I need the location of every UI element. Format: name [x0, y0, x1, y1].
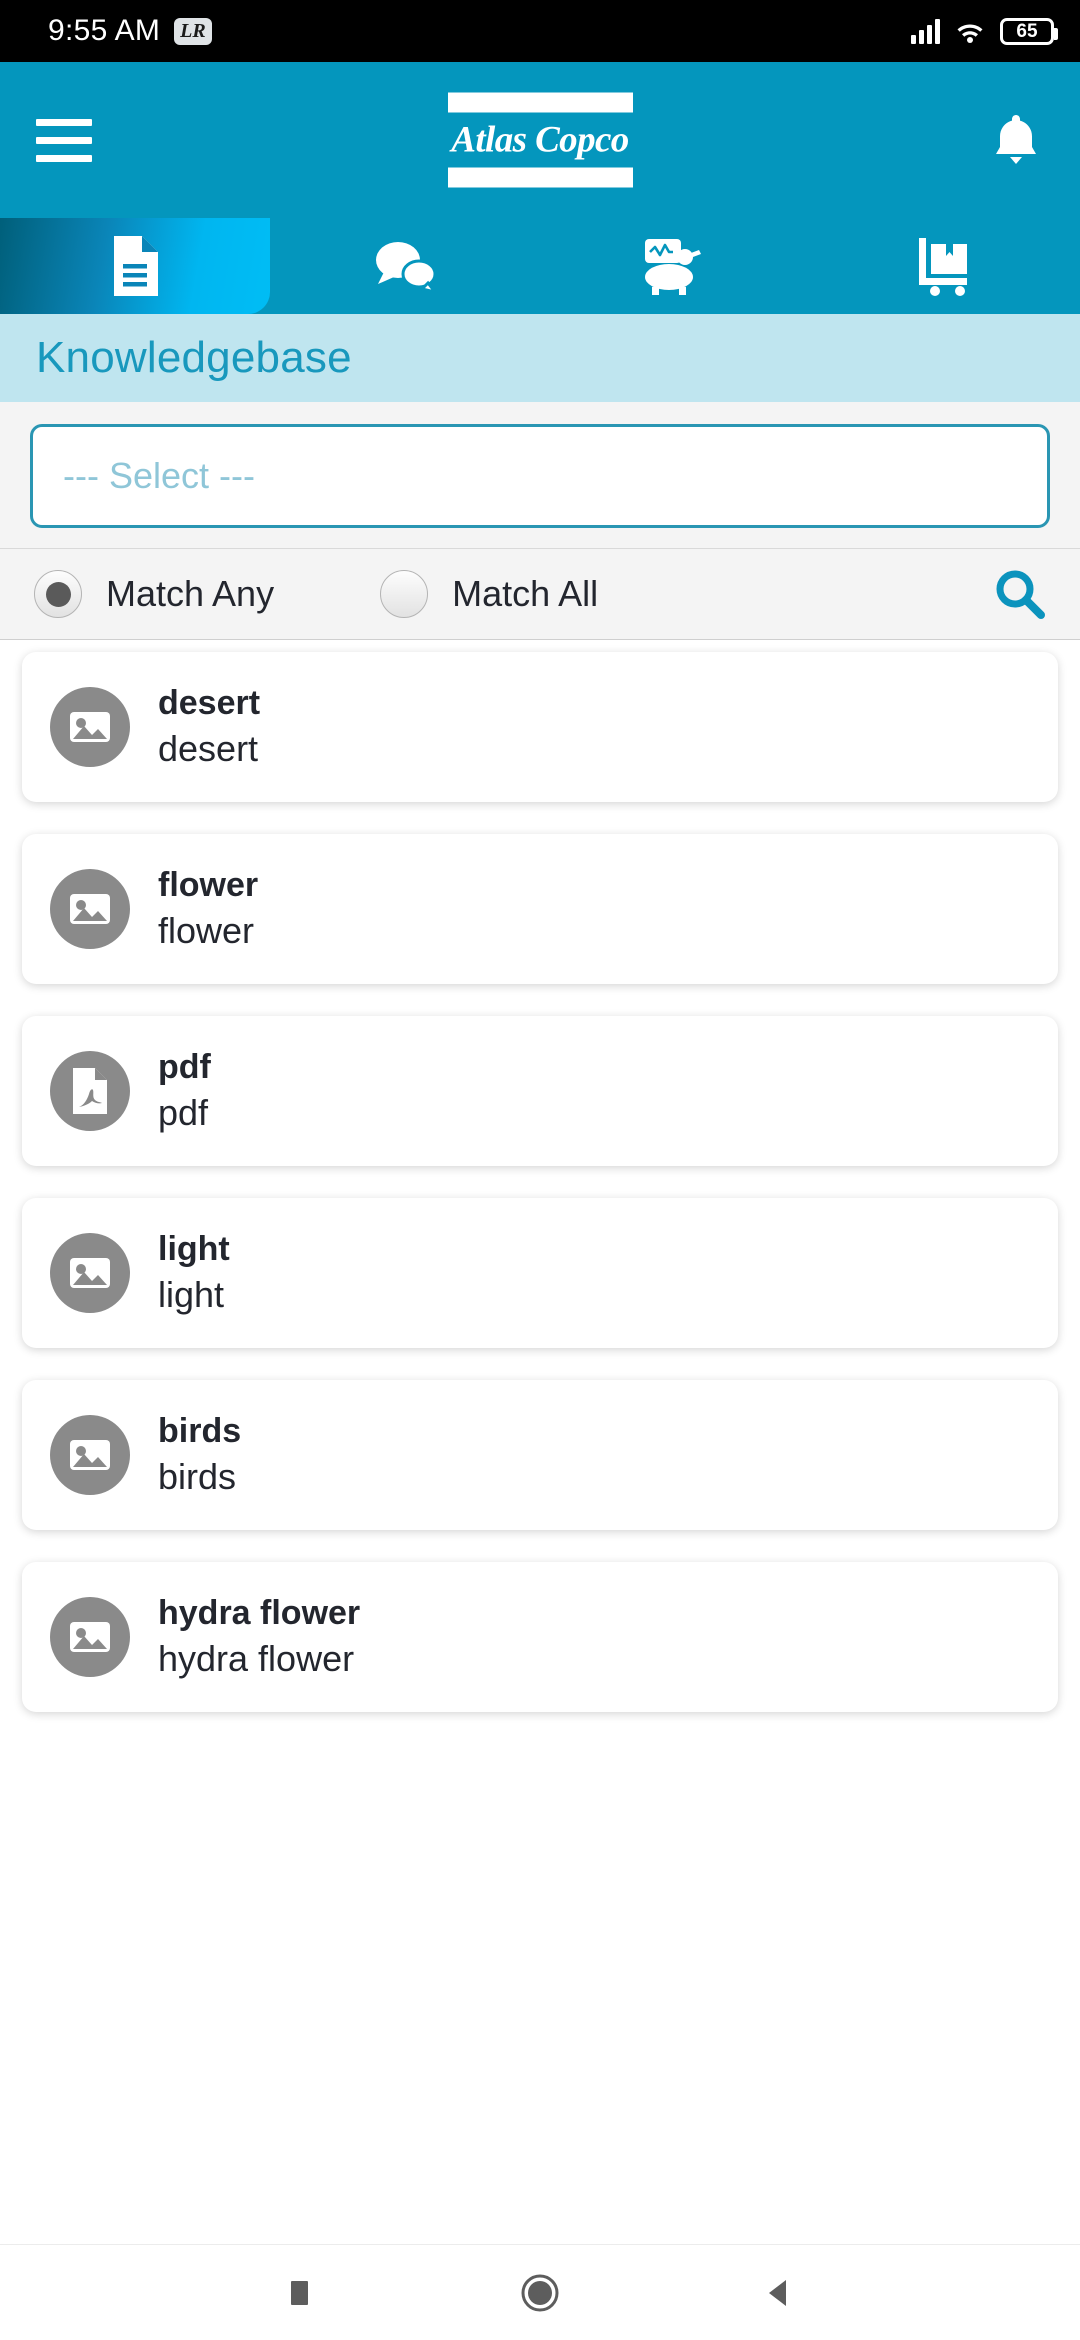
- radio-match-all[interactable]: Match All: [380, 570, 598, 618]
- air-compressor-icon: [645, 239, 701, 295]
- radio-match-any-label: Match Any: [106, 573, 275, 614]
- image-icon: [50, 687, 130, 767]
- status-bar-right: 65: [911, 17, 1058, 45]
- search-icon: [996, 570, 1045, 619]
- result-subtitle: desert: [158, 727, 259, 769]
- square-recents-icon: [291, 2280, 308, 2305]
- match-options-row: Match Any Match All: [0, 548, 1080, 640]
- result-subtitle: birds: [158, 1455, 237, 1497]
- triangle-back-icon: [769, 2279, 786, 2306]
- app-root: 9:55 AM LR 65 Atlas Copco Knowledgebase …: [0, 0, 1080, 2340]
- image-icon: [50, 869, 130, 949]
- brand-name: Atlas Copco: [451, 119, 629, 161]
- back-button[interactable]: [735, 2276, 825, 2310]
- brand-bar-top: [447, 92, 633, 113]
- category-select-placeholder: --- Select ---: [63, 455, 255, 496]
- radio-match-all-dot: [380, 570, 429, 618]
- signal-bars-icon: [911, 18, 940, 44]
- search-button[interactable]: [992, 566, 1048, 622]
- result-card[interactable]: light light: [22, 1198, 1058, 1348]
- result-title: pdf: [158, 1048, 211, 1087]
- result-title: light: [158, 1230, 230, 1269]
- brand-logo: Atlas Copco: [445, 92, 635, 188]
- result-card[interactable]: flower flower: [22, 834, 1058, 984]
- result-subtitle: pdf: [158, 1091, 209, 1133]
- recents-button[interactable]: [255, 2278, 345, 2308]
- circle-home-icon: [521, 2274, 559, 2311]
- result-card-text: desert desert: [158, 684, 261, 769]
- result-card[interactable]: pdf pdf: [22, 1016, 1058, 1166]
- radio-match-any-dot: [34, 570, 82, 618]
- result-card-text: hydra flower hydra flower: [158, 1594, 361, 1679]
- image-icon: [50, 1233, 130, 1313]
- brand-bar-bottom: [447, 167, 633, 188]
- home-button[interactable]: [495, 2273, 585, 2313]
- result-subtitle: hydra flower: [158, 1637, 355, 1679]
- system-nav-bar: [0, 2244, 1080, 2340]
- image-icon: [50, 1415, 130, 1495]
- result-title: flower: [158, 866, 259, 905]
- select-row: --- Select ---: [0, 402, 1080, 548]
- result-card-text: pdf pdf: [158, 1048, 211, 1133]
- pdf-file-icon: [50, 1051, 130, 1131]
- result-title: hydra flower: [158, 1594, 361, 1633]
- result-card[interactable]: birds birds: [22, 1380, 1058, 1530]
- tab-chat[interactable]: [270, 218, 540, 314]
- filter-panel: --- Select --- Match Any Match All: [0, 402, 1080, 640]
- tab-bar: [0, 218, 1080, 314]
- result-card-text: light light: [158, 1230, 230, 1315]
- status-time: 9:55 AM: [48, 14, 161, 47]
- bell-icon[interactable]: [988, 111, 1044, 169]
- hamburger-menu-icon[interactable]: [36, 118, 92, 162]
- results-list: desert desert flower flower pdf pdf light light…: [0, 640, 1080, 2244]
- chat-bubbles-icon: [376, 242, 438, 294]
- battery-level: 65: [1016, 20, 1038, 42]
- app-badge-icon: LR: [174, 17, 212, 45]
- tab-orders[interactable]: [810, 218, 1080, 314]
- battery-icon: 65: [1000, 17, 1058, 45]
- status-bar: 9:55 AM LR 65: [0, 0, 1080, 62]
- result-title: desert: [158, 684, 261, 723]
- radio-match-any[interactable]: Match Any: [34, 570, 274, 618]
- tab-documents[interactable]: [0, 218, 270, 314]
- page-title: Knowledgebase: [36, 333, 352, 382]
- result-card-text: birds birds: [158, 1412, 242, 1497]
- result-card[interactable]: desert desert: [22, 652, 1058, 802]
- image-icon: [50, 1597, 130, 1677]
- wifi-icon: [957, 24, 983, 43]
- result-subtitle: light: [158, 1273, 225, 1315]
- hand-truck-box-icon: [919, 238, 967, 296]
- radio-match-all-label: Match All: [452, 573, 599, 614]
- result-card[interactable]: hydra flower hydra flower: [22, 1562, 1058, 1712]
- page-title-band: Knowledgebase: [0, 314, 1080, 402]
- tab-equipment[interactable]: [540, 218, 810, 314]
- result-subtitle: flower: [158, 909, 255, 951]
- document-icon: [114, 236, 158, 296]
- result-card-text: flower flower: [158, 866, 259, 951]
- category-select[interactable]: --- Select ---: [30, 424, 1050, 528]
- status-bar-left: 9:55 AM LR: [48, 14, 212, 48]
- app-header: Atlas Copco: [0, 62, 1080, 218]
- result-title: birds: [158, 1412, 242, 1451]
